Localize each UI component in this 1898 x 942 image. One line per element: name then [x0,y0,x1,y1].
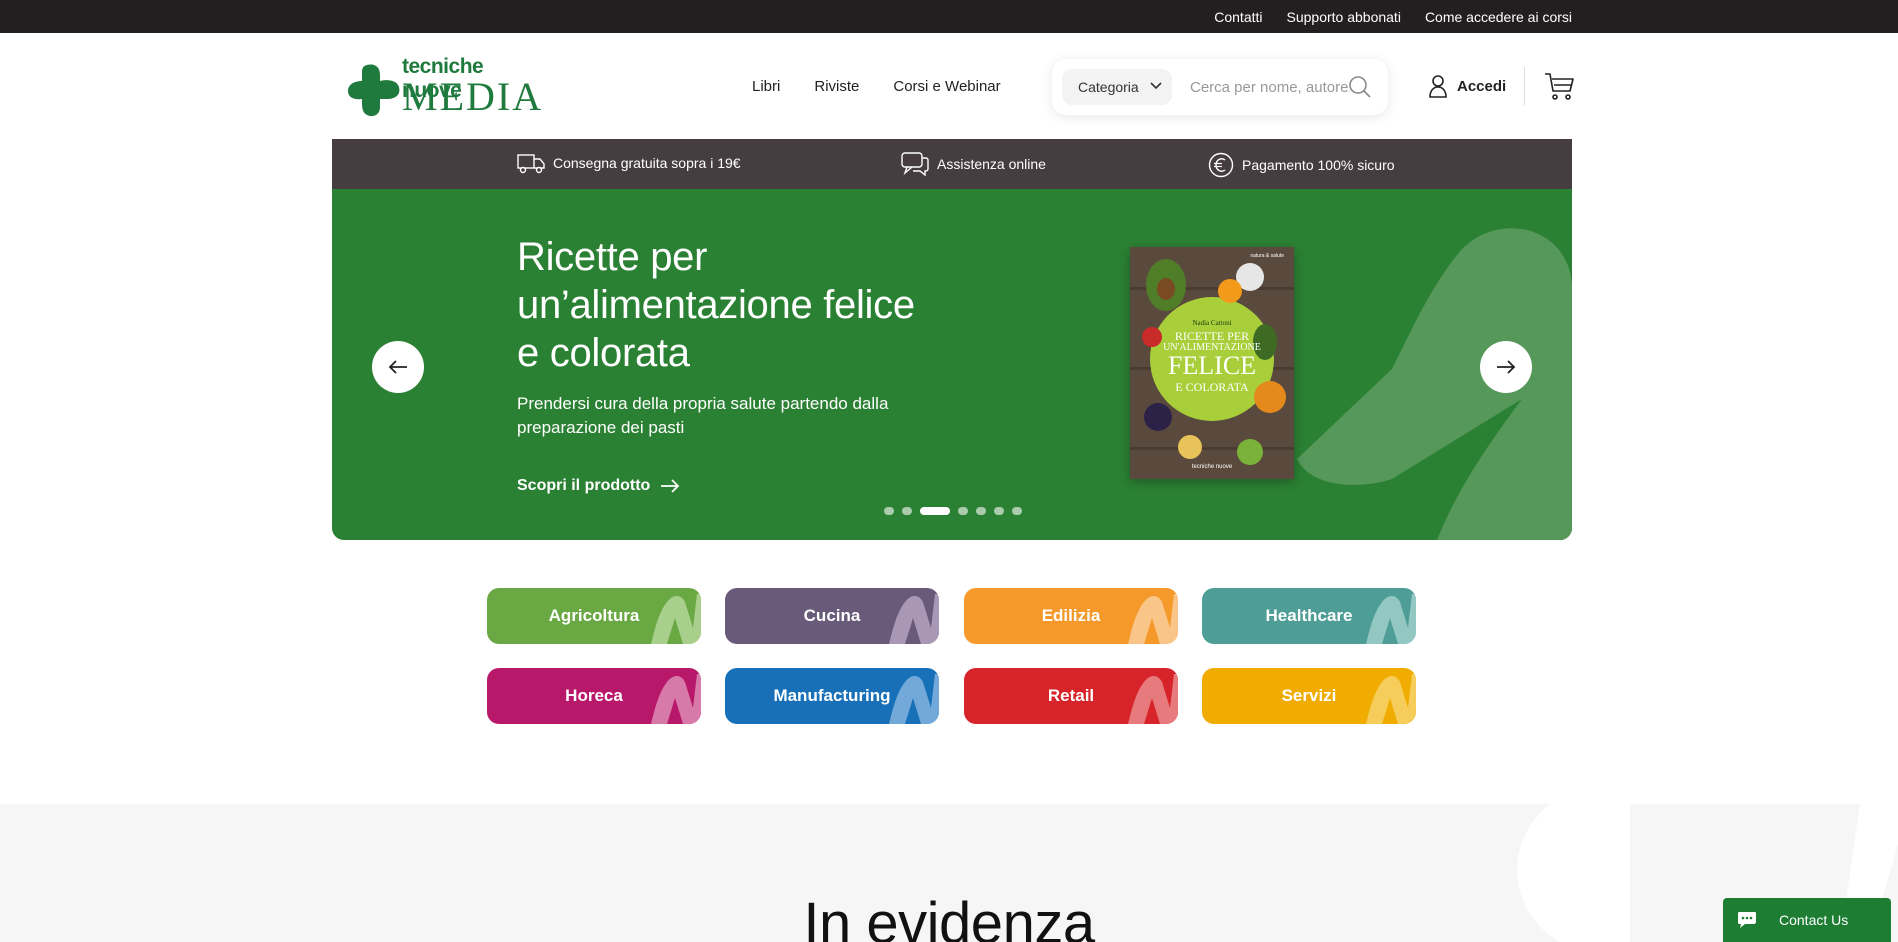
nav-corsi-webinar[interactable]: Corsi e Webinar [893,78,1000,95]
header-divider [1524,67,1525,105]
category-horeca[interactable]: Horeca [487,668,701,724]
chat-icon [901,152,929,176]
book-brand: tecniche nuove [1191,464,1233,470]
arrow-right-icon [661,479,680,493]
section-title: In evidenza [803,891,1095,942]
category-agricoltura[interactable]: Agricoltura [487,588,701,644]
book-author: Nadia Cattoni [1192,319,1232,327]
top-links: Contatti Supporto abbonati Come accedere… [1214,0,1572,33]
hero-subtitle: Prendersi cura della propria salute part… [517,394,889,437]
slider-dot[interactable] [994,507,1004,515]
feature-support-label: Assistenza online [937,156,1046,172]
category-label: Cucina [803,606,861,625]
link-contatti[interactable]: Contatti [1214,9,1262,25]
featured-section: In evidenza [0,804,1898,942]
slider-dot[interactable] [958,507,968,515]
category-shape-icon [1128,594,1178,644]
category-label: Edilizia [1041,606,1101,625]
slider-dot[interactable] [1012,507,1022,515]
feature-payment-label: Pagamento 100% sicuro [1242,157,1395,173]
category-label: Agricoltura [548,606,640,625]
truck-icon [517,154,545,174]
main-nav: Libri Riviste Corsi e Webinar [752,33,1001,139]
book-cover[interactable]: natura & salute Nadia Cattoni RICETTE PE… [1130,247,1294,479]
link-come-accedere[interactable]: Come accedere ai corsi [1425,9,1572,25]
search-input[interactable] [1190,71,1350,103]
slider-dots [884,507,1022,515]
category-label: Servizi [1281,686,1337,705]
search-icon[interactable] [1348,75,1372,99]
category-select-label: Categoria [1078,79,1139,95]
link-supporto-abbonati[interactable]: Supporto abbonati [1287,9,1401,25]
category-shape-icon [651,674,701,724]
logo-text-media: MEDIA [402,74,544,119]
hero-prev-button[interactable] [372,341,424,393]
header: tecniche nuove MEDIA Libri Riviste Corsi… [0,33,1898,139]
feature-support: Assistenza online [901,152,1046,176]
feature-delivery: Consegna gratuita sopra i 19€ [517,152,741,174]
category-shape-icon [1128,674,1178,724]
arrow-left-icon [388,360,407,374]
search-box: Categoria [1052,59,1388,115]
book-publisher: natura & salute [1250,253,1284,259]
hero-title: Ricette per un’alimentazione felice e co… [517,235,915,375]
category-select[interactable]: Categoria [1062,69,1172,105]
login-label: Accedi [1457,77,1507,95]
slider-dot[interactable] [884,507,894,515]
contact-us-chat-button[interactable]: Contact Us [1723,898,1891,942]
user-icon [1429,75,1447,98]
nav-libri[interactable]: Libri [752,78,780,95]
category-healthcare[interactable]: Healthcare [1202,588,1416,644]
nav-riviste[interactable]: Riviste [814,78,859,95]
chat-bubble-icon [1738,912,1756,928]
hero-cta-link[interactable]: Scopri il prodotto [517,477,680,495]
features-strip: Consegna gratuita sopra i 19€ Assistenza… [332,139,1572,189]
category-retail[interactable]: Retail [964,668,1178,724]
category-shape-icon [1366,594,1416,644]
arrow-right-icon [1497,360,1516,374]
category-label: Manufacturing [773,686,891,705]
top-bar: Contatti Supporto abbonati Come accedere… [0,0,1898,33]
slider-dot-active[interactable] [920,507,950,515]
category-shape-icon [1366,674,1416,724]
cart-icon[interactable] [1544,71,1574,101]
category-label: Healthcare [1265,606,1353,625]
book-title-4: E COLORATA [1175,380,1249,394]
category-label: Horeca [565,686,623,705]
feature-payment: Pagamento 100% sicuro [1208,152,1395,178]
logo-cross-icon [348,64,400,117]
category-servizi[interactable]: Servizi [1202,668,1416,724]
slider-dot[interactable] [902,507,912,515]
chat-label: Contact Us [1779,912,1849,928]
book-title-3: FELICE [1167,351,1257,380]
slider-dot[interactable] [976,507,986,515]
category-shape-icon [889,594,939,644]
logo[interactable]: tecniche nuove MEDIA [347,55,547,117]
category-label: Retail [1047,686,1095,705]
chevron-down-icon [1150,82,1162,90]
euro-icon [1208,152,1234,178]
hero-next-button[interactable] [1480,341,1532,393]
login-button[interactable]: Accedi [1428,71,1506,101]
category-manufacturing[interactable]: Manufacturing [725,668,939,724]
hero-slider: Ricette per un’alimentazione felice e co… [332,189,1572,540]
category-edilizia[interactable]: Edilizia [964,588,1178,644]
hero-cta-label: Scopri il prodotto [517,477,651,494]
category-shape-icon [651,594,701,644]
category-grid: Agricoltura Cucina Edilizia Healthcare H… [487,588,1417,724]
category-cucina[interactable]: Cucina [725,588,939,644]
feature-delivery-label: Consegna gratuita sopra i 19€ [553,155,741,171]
